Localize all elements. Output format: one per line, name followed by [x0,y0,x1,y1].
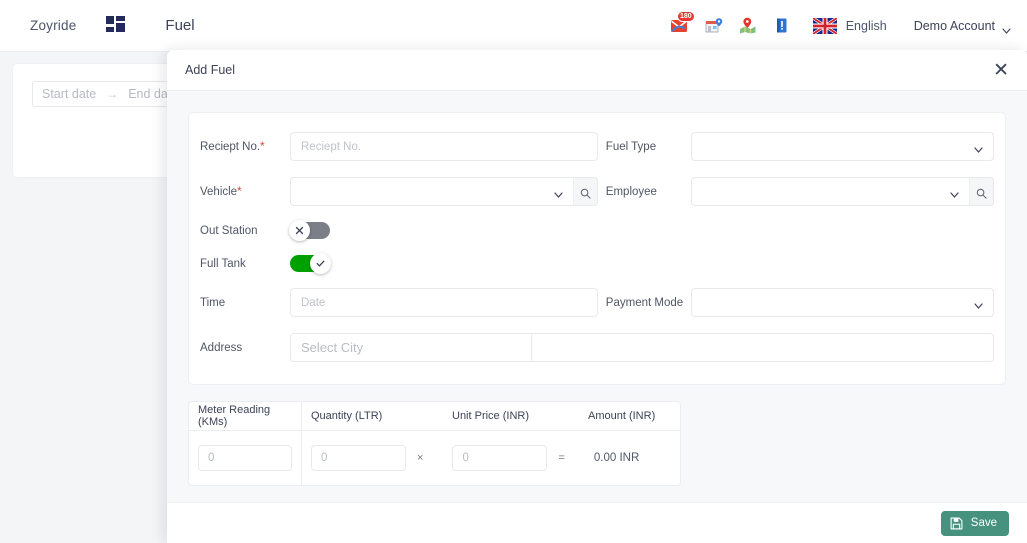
vehicle-combo [290,177,598,206]
save-floppy-icon [950,517,963,530]
vehicle-search-button[interactable] [572,177,598,206]
required-marker: * [237,185,242,198]
time-field-group: Time [200,288,598,317]
check-icon [316,260,325,267]
fuel-type-label: Fuel Type [605,140,657,153]
chevron-down-icon [554,189,563,198]
employee-combo [690,177,994,206]
vehicle-field-group: Vehicle* [200,177,598,206]
full-tank-field-group: Full Tank [200,253,598,274]
cell-unit-price: = [443,431,584,485]
payment-mode-label: Payment Mode [605,296,684,309]
fuel-form-card: Reciept No.* Fuel Type [188,112,1006,385]
vehicle-select[interactable] [290,177,573,206]
chevron-down-icon [1002,23,1011,34]
form-row-receipt-fueltype: Reciept No.* Fuel Type [200,132,994,161]
modal-header: Add Fuel ✕ [167,50,1027,91]
cell-amount: 0.00 INR [585,431,648,485]
grid-apps-icon[interactable] [106,16,128,35]
column-header-amount: Amount (INR) [588,410,656,422]
language-label[interactable]: English [846,19,887,33]
book-icon[interactable] [765,11,799,41]
out-station-label: Out Station [200,224,258,237]
mail-icon[interactable]: 180 [663,10,697,41]
meter-reading-input[interactable] [198,445,292,471]
meter-reading-table: Meter Reading (KMs) Quantity (LTR) Unit … [188,401,681,486]
cell-meter-reading [189,431,302,485]
payment-mode-select[interactable] [690,288,994,317]
form-row-vehicle-employee: Vehicle* Employee [200,177,994,206]
address-city-input[interactable] [291,334,532,361]
column-header-unit-price: Unit Price (INR) [452,410,530,422]
toggle-knob [289,220,310,241]
time-input[interactable] [290,288,598,317]
modal-body: Reciept No.* Fuel Type [167,91,1027,502]
address-field-group [290,333,994,362]
time-label: Time [200,296,226,309]
toggle-knob [310,253,331,274]
map-pin-icon[interactable] [731,11,765,41]
modal-footer: Save [167,502,1027,543]
payment-mode-field-group: Payment Mode [606,288,994,317]
column-header-meter-reading: Meter Reading (KMs) [189,402,302,430]
topbar-actions: 180 English Demo Account [663,10,1011,41]
date-range-arrow-icon: → [106,87,119,101]
address-label: Address [200,341,243,354]
account-menu[interactable]: Demo Account [913,18,1011,34]
form-row-time-payment: Time Payment Mode [200,288,994,317]
start-date-placeholder: Start date [42,87,97,101]
multiply-symbol: × [417,452,424,464]
chevron-down-icon [974,300,983,309]
form-row-full-tank: Full Tank [200,253,994,274]
out-station-toggle[interactable] [289,220,330,241]
top-navigation-bar: Zoyride Fuel 180 English Demo Account [0,0,1027,52]
brand-logo[interactable]: Zoyride [30,18,76,33]
unit-price-input[interactable] [452,445,548,471]
save-button-label: Save [970,517,997,529]
amount-value: 0.00 INR [593,452,640,464]
search-icon [580,186,591,199]
modal-title: Add Fuel [185,63,236,77]
close-x-icon [295,226,304,235]
quantity-input[interactable] [311,445,406,471]
form-row-out-station: Out Station [200,220,994,241]
employee-select[interactable] [690,177,969,206]
chevron-down-icon [950,189,959,198]
out-station-field-group: Out Station [200,220,598,241]
add-fuel-modal: Add Fuel ✕ Reciept No.* Fuel Type [167,50,1027,543]
cell-quantity: × [302,431,443,485]
account-label: Demo Account [913,18,995,33]
fuel-type-select[interactable] [690,132,994,161]
employee-label: Employee [605,185,657,198]
receipt-field-group: Reciept No.* [200,132,598,161]
search-icon [976,186,987,199]
column-header-quantity: Quantity (LTR) [311,410,383,422]
employee-search-button[interactable] [969,177,994,206]
required-marker: * [260,140,265,153]
table-header-row: Meter Reading (KMs) Quantity (LTR) Unit … [189,402,680,431]
receipt-label: Reciept No.* [200,140,265,153]
uk-flag-icon[interactable] [811,16,838,35]
equals-symbol: = [558,452,565,464]
full-tank-toggle[interactable] [290,253,331,274]
close-icon[interactable]: ✕ [993,61,1009,80]
receipt-input[interactable] [290,132,598,161]
fuel-type-field-group: Fuel Type [606,132,994,161]
chevron-down-icon [974,144,983,153]
store-location-icon[interactable] [697,11,731,41]
employee-field-group: Employee [606,177,994,206]
table-row: × = 0.00 INR [189,431,680,485]
page-title: Fuel [165,17,195,34]
save-button[interactable]: Save [940,510,1009,536]
mail-badge-count: 180 [677,10,695,22]
form-row-address: Address [200,333,994,362]
vehicle-label: Vehicle* [200,185,242,198]
full-tank-label: Full Tank [200,257,246,270]
address-detail-input[interactable] [532,334,993,361]
